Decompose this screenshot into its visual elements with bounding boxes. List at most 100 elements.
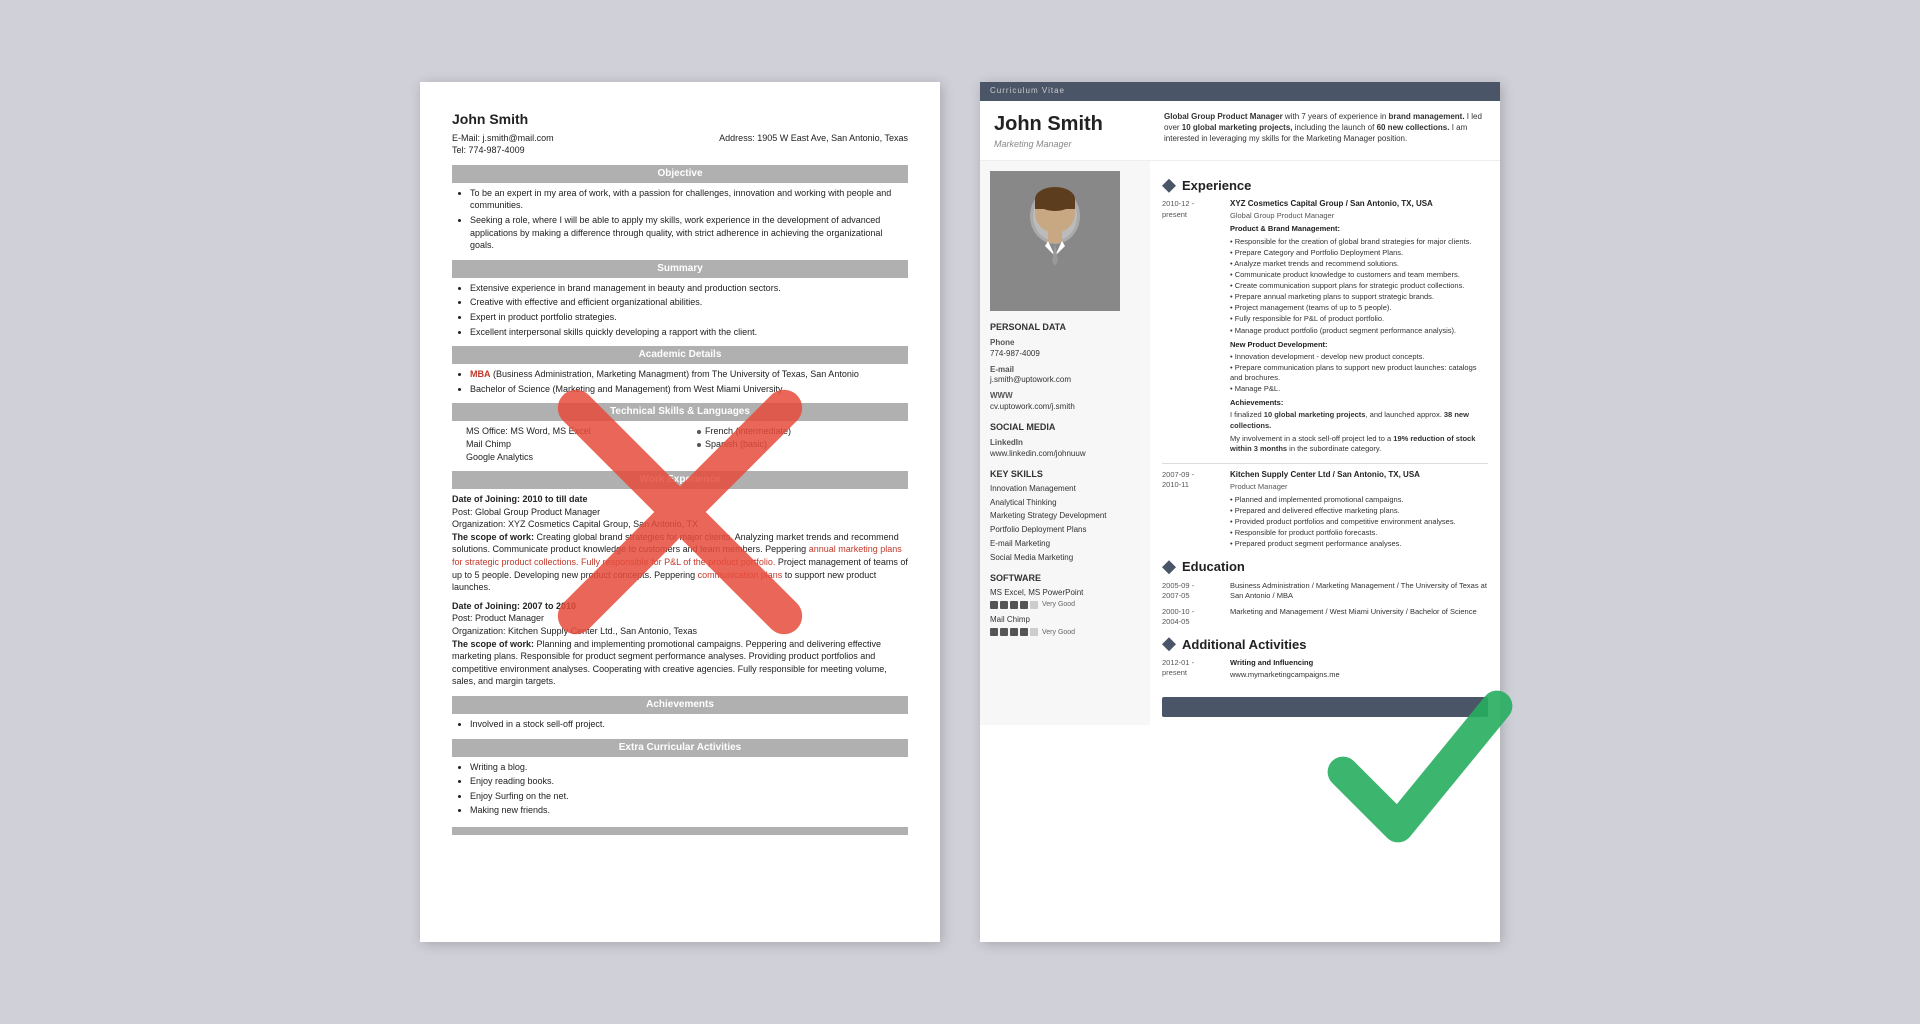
skills-col-right: French (intermediate) Spanish (basic) [697,425,908,463]
exp-item-1: 2010-12 -present XYZ Cosmetics Capital G… [1162,199,1488,454]
summary-bold-1: Global Group Product Manager [1164,112,1283,121]
exp1-bullet-4: • Communicate product knowledge to custo… [1230,270,1488,280]
summary-bold-2: brand management. [1389,112,1465,121]
address-value: 1905 W East Ave, San Antonio, Texas [757,133,908,143]
edu1-school: Business Administration / Marketing Mana… [1230,581,1488,601]
skill-4: Portfolio Deployment Plans [990,525,1140,536]
summary-item-1: Extensive experience in brand management… [470,282,908,295]
exp1-content: XYZ Cosmetics Capital Group / San Antoni… [1230,199,1488,454]
exp2-role: Product Manager [1230,482,1488,492]
skill-5: E-mail Marketing [990,539,1140,550]
skill-ms-office: MS Office: MS Word, MS Excel [466,426,591,436]
highlight-comm: communication plans [698,570,783,580]
dot-s1-3 [1010,601,1018,609]
academic-header: Academic Details [452,346,908,364]
exp1-npd-1: • Innovation development - develop new p… [1230,352,1488,362]
highlight-annual: annual marketing plans for strategic pro… [452,544,902,567]
software-title: Software [990,572,1140,584]
achievements-header: Achievements [452,696,908,714]
skill-french: French (intermediate) [705,426,791,436]
personal-data-title: Personal Data [990,321,1140,333]
resume-left-wrapper: John Smith E-Mail: j.smith@mail.com Tel:… [420,82,940,942]
dot-s1-5 [1030,601,1038,609]
academic-item-1: MBA (Business Administration, Marketing … [470,368,908,381]
extra-item-2: Enjoy reading books. [470,775,908,788]
tel-label: Tel: [452,145,466,155]
skills-grid: MS Office: MS Word, MS Excel Mail Chimp … [452,425,908,463]
exp1-company: XYZ Cosmetics Capital Group / San Antoni… [1230,199,1488,210]
edu1-content: Business Administration / Marketing Mana… [1230,581,1488,601]
left-contact-right: Address: 1905 W East Ave, San Antonio, T… [719,132,908,157]
exp-item-2: 2007-09 -2010-11 Kitchen Supply Center L… [1162,470,1488,551]
scope-label-2: The scope of work: [452,639,534,649]
additional-section-header: Additional Activities [1162,636,1488,654]
software-name-1: MS Excel, MS PowerPoint [990,588,1140,599]
cv-name-block: John Smith Marketing Manager [994,111,1154,150]
objective-list: To be an expert in my area of work, with… [452,187,908,252]
extra-header: Extra Curricular Activities [452,739,908,757]
exp2-bullet-4: • Responsible for product portfolio fore… [1230,528,1488,538]
summary-item-4: Excellent interpersonal skills quickly d… [470,326,908,339]
act1-title: Writing and Influencing [1230,658,1488,668]
work-item-2: Date of Joining: 2007 to 2010 Post: Prod… [452,600,908,688]
dot-s2-1 [990,628,998,636]
main-container: John Smith E-Mail: j.smith@mail.com Tel:… [380,42,1540,982]
summary-item-2: Creative with effective and efficient or… [470,296,908,309]
additional-title: Additional Activities [1182,636,1306,654]
skill-1: Innovation Management [990,484,1140,495]
dot-1 [697,430,701,434]
left-name: John Smith [452,110,908,130]
linkedin-label: LinkedIn [990,438,1140,449]
right-name: John Smith [994,111,1154,138]
skills-col-left: MS Office: MS Word, MS Excel Mail Chimp … [466,425,677,463]
act1-content: Writing and Influencing www.mymarketingc… [1230,658,1488,681]
achievement-item-1: Involved in a stock sell-off project. [470,718,908,731]
cv-summary: Global Group Product Manager with 7 year… [1164,111,1486,150]
work2-scope: The scope of work: Planning and implemen… [452,638,908,688]
edu1-degree: MBA [1277,591,1293,600]
act1-date: 2012-01 -present [1162,658,1222,681]
experience-icon [1162,179,1176,193]
skill-level-1: Very Good [1042,600,1075,609]
exp1-sub1-title: Product & Brand Management: [1230,224,1488,234]
edu1-date: 2005-09 -2007-05 [1162,581,1222,601]
bold-19: 19% reduction of stock within 3 months [1230,434,1475,453]
cv-footer-bar [1162,697,1488,717]
address-label: Address: [719,133,755,143]
exp-divider [1162,463,1488,464]
work2-org: Organization: Kitchen Supply Center Ltd.… [452,625,908,638]
dot-s2-3 [1010,628,1018,636]
skill-2: Analytical Thinking [990,498,1140,509]
work-header: Work Experience [452,471,908,489]
cv-main: Experience 2010-12 -present XYZ Cosmetic… [1150,161,1500,725]
cv-photo [990,171,1120,311]
exp1-ach-2: My involvement in a stock sell-off proje… [1230,434,1488,454]
work1-post: Post: Global Group Product Manager [452,506,908,519]
academic-item-2: Bachelor of Science (Marketing and Manag… [470,383,908,396]
experience-title: Experience [1182,177,1251,195]
mba-highlight: MBA [470,369,491,379]
work-item-1: Date of Joining: 2010 to till date Post:… [452,493,908,594]
exp1-npd-2: • Prepare communication plans to support… [1230,363,1488,383]
summary-item-3: Expert in product portfolio strategies. [470,311,908,324]
academic-list: MBA (Business Administration, Marketing … [452,368,908,395]
left-contact-info: E-Mail: j.smith@mail.com Tel: 774-987-40… [452,132,908,157]
exp2-bullet-5: • Prepared product segment performance a… [1230,539,1488,549]
objective-header: Objective [452,165,908,183]
cv-top-bar: Curriculum Vitae [980,82,1500,101]
exp1-bullet-9: • Manage product portfolio (product segm… [1230,326,1488,336]
skill-mail-chimp: Mail Chimp [466,439,511,449]
footer-bar-left [452,827,908,835]
edu-item-2: 2000-10 -2004-05 Marketing and Managemen… [1162,607,1488,627]
work2-date: Date of Joining: 2007 to 2010 [452,600,908,613]
software-item-1: MS Excel, MS PowerPoint Very Good [990,588,1140,610]
resume-right-wrapper: Curriculum Vitae John Smith Marketing Ma… [980,82,1500,942]
scope-label-1: The scope of work: [452,532,534,542]
exp1-npd-3: • Manage P&L. [1230,384,1488,394]
extra-item-4: Making new friends. [470,804,908,817]
objective-item-2: Seeking a role, where I will be able to … [470,214,908,252]
education-title: Education [1182,558,1245,576]
work1-org: Organization: XYZ Cosmetics Capital Grou… [452,518,908,531]
edu2-date: 2000-10 -2004-05 [1162,607,1222,627]
exp1-bullet-2: • Prepare Category and Portfolio Deploym… [1230,248,1488,258]
